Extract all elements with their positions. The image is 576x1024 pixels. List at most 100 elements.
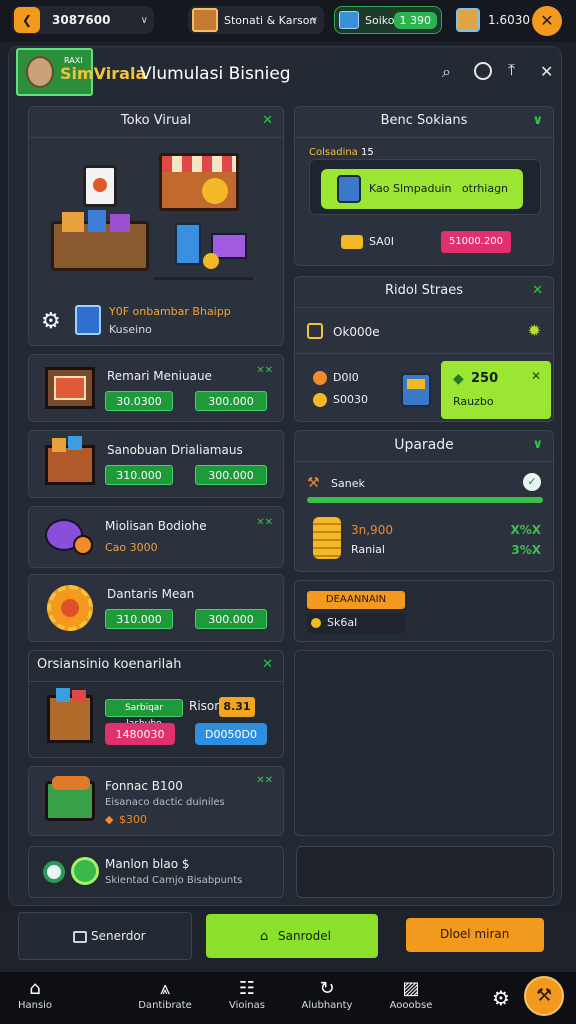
close-icon[interactable]: ✕✕	[256, 775, 273, 786]
gems-box-icon	[456, 8, 480, 32]
ridol-l1: D0I0	[333, 371, 359, 384]
robot-icon	[337, 175, 361, 203]
chevron-down-icon[interactable]: ∨	[532, 113, 543, 128]
order-label: Rison	[189, 699, 222, 713]
sparkle-icon: ✹	[527, 321, 541, 340]
product-name: Fonnac B100	[105, 779, 183, 793]
check-circle-icon[interactable]: ✓	[523, 473, 541, 491]
nav-activity[interactable]: ↻ Alubhanty	[292, 978, 362, 1011]
bus-icon	[401, 373, 431, 407]
ridol-divider-2	[295, 353, 553, 354]
sell-button[interactable]: 300.000	[195, 391, 267, 411]
upgrade-sub: Ranial	[351, 543, 385, 556]
home-icon: ⌂	[29, 978, 41, 999]
ridol-card: Ridol Straes ✕ Ok000e ✹ D0I0 S0030 ◆ 250…	[294, 276, 554, 422]
nav-dashboard-label: Dantibrate	[138, 1000, 192, 1011]
upgrade-card: Uparade ∨ ⚒ Sanek ✓ 3n,900 Ranial X%X 3%…	[294, 430, 554, 572]
nav-dashboard[interactable]: ⩓ Dantibrate	[130, 978, 200, 1011]
item-card[interactable]: Remari Meniuaue ✕✕ 30.0300 300.000	[28, 354, 284, 422]
back-arrow-icon[interactable]: ❮	[14, 7, 40, 33]
calendar-icon	[73, 931, 87, 943]
buy-button[interactable]: 310.000	[105, 465, 173, 485]
buy-button[interactable]: 30.0300	[105, 391, 173, 411]
buy-button[interactable]: 310.000	[105, 609, 173, 629]
order-blue-button[interactable]: D0050D0	[195, 723, 267, 745]
sell-button[interactable]: 300.000	[195, 609, 267, 629]
dropdown-card: DEAANNAIN Sk6al	[294, 580, 554, 642]
nav-videos[interactable]: ☷ Vioinas	[212, 978, 282, 1011]
product-sub: Skientad Camjo Bisabpunts	[105, 875, 243, 886]
close-icon[interactable]: ✕	[531, 369, 541, 383]
toko-header-divider	[29, 137, 283, 138]
product-card[interactable]: Manlon blao $ Skientad Camjo Bisabpunts	[28, 846, 284, 898]
close-icon[interactable]: ✕	[532, 283, 543, 298]
product-card[interactable]: Fonnac B100 ✕✕ Eisanaco dactic duiniles …	[28, 766, 284, 836]
close-icon[interactable]: ✕	[262, 657, 273, 672]
wrench-icon: ⚒	[307, 475, 320, 491]
chart-icon: ⩓	[159, 978, 171, 999]
product-name: Manlon blao $	[105, 857, 190, 871]
nav-access[interactable]: ▨ Aooobse	[376, 978, 446, 1011]
settings-icon[interactable]: ⚙	[492, 986, 510, 1010]
order-pink-button[interactable]: 1480030	[105, 723, 175, 745]
lock-icon	[307, 323, 323, 339]
sell-button[interactable]: 300.000	[195, 465, 267, 485]
coins-pill[interactable]: ❮ 3087600 ∨	[12, 6, 154, 34]
upload-icon[interactable]: ⤒	[508, 60, 515, 80]
item-card[interactable]: Sanobuan Drialiamaus 310.000 300.000	[28, 430, 284, 498]
diamond-icon: ◆	[105, 813, 114, 826]
bensol-row-value: 51000.200	[441, 231, 511, 253]
close-icon[interactable]: ✕✕	[256, 365, 273, 376]
search-icon[interactable]: ⌕	[442, 62, 451, 82]
picture-frame-icon	[45, 367, 95, 409]
bag-icon: ⌂	[260, 929, 269, 944]
close-icon[interactable]: ✕	[262, 113, 273, 128]
dropdown-value-box[interactable]: Sk6al	[307, 613, 405, 633]
dropdown-button[interactable]: DEAANNAIN	[307, 591, 405, 609]
orders-card: Orsiansinio koenarilah ✕ Sarbiqar lasbub…	[28, 650, 284, 758]
chevron-down-icon[interactable]: ∨	[532, 437, 543, 452]
avatar	[26, 56, 54, 88]
nav-home[interactable]: ⌂ Hansio	[0, 978, 70, 1011]
tag-icon: ◆	[453, 371, 464, 387]
close-icon[interactable]: ✕	[540, 62, 553, 81]
close-circle-icon[interactable]: ✕	[532, 6, 562, 36]
bensol-action-button[interactable]: Kao Slmpaduin otrhiagn	[321, 169, 523, 209]
chevron-down-icon[interactable]: ∨	[311, 15, 318, 26]
chevron-down-icon[interactable]: ∨	[141, 15, 148, 26]
upgrade-progress	[307, 497, 543, 503]
grid-icon: ☷	[238, 978, 256, 999]
order-tag[interactable]: Sarbiqar lasbubo	[105, 699, 183, 729]
status-icon[interactable]	[474, 62, 492, 80]
gems-value: 1.6030	[488, 13, 530, 27]
nav-activity-label: Alubhanty	[301, 1000, 353, 1011]
bensol-title: Benc Sokians	[380, 113, 468, 128]
close-icon[interactable]: ✕✕	[256, 517, 273, 528]
bensol-row-label: SA0I	[369, 235, 394, 248]
coin-icon	[71, 857, 99, 885]
gear-icon[interactable]: ⚙	[41, 309, 61, 334]
item-name: Sanobuan Drialiamaus	[107, 443, 243, 457]
item-card[interactable]: Dantaris Mean 310.000 300.000	[28, 574, 284, 642]
action-fab[interactable]: ⚒	[524, 976, 564, 1016]
tablet-coins-icon	[175, 223, 253, 271]
main-action-button[interactable]: ⌂ Sanrodel	[206, 914, 378, 958]
page-title: Vlumulasi Bisnieg	[140, 64, 291, 84]
item-card[interactable]: Miolisan Bodiohe Cao 3000 ✕✕	[28, 506, 284, 568]
coins-value: 3087600	[52, 13, 111, 27]
left-action-label: Senerdor	[91, 929, 146, 943]
goods-crate-icon	[51, 210, 149, 271]
main-action-label: Sanrodel	[278, 929, 331, 943]
left-action-button[interactable]: Senerdor	[18, 912, 192, 960]
item-sub: Cao 3000	[105, 541, 158, 554]
right-action-button[interactable]: Dloel miran	[406, 918, 544, 952]
product-sub: Eisanaco dactic duiniles	[105, 797, 225, 808]
store-building-icon	[192, 8, 218, 32]
coin-icon	[73, 535, 93, 555]
store-pill[interactable]: Stonati & Karson ∨	[188, 6, 324, 34]
ridol-badge[interactable]: ◆ 250 ✕ Rauzbo	[441, 361, 551, 419]
coin-icon	[311, 618, 321, 628]
nav-access-label: Aooobse	[389, 1000, 433, 1011]
eye-icon	[43, 861, 65, 883]
stock-pill[interactable]: Soiko 1 390	[334, 6, 442, 34]
